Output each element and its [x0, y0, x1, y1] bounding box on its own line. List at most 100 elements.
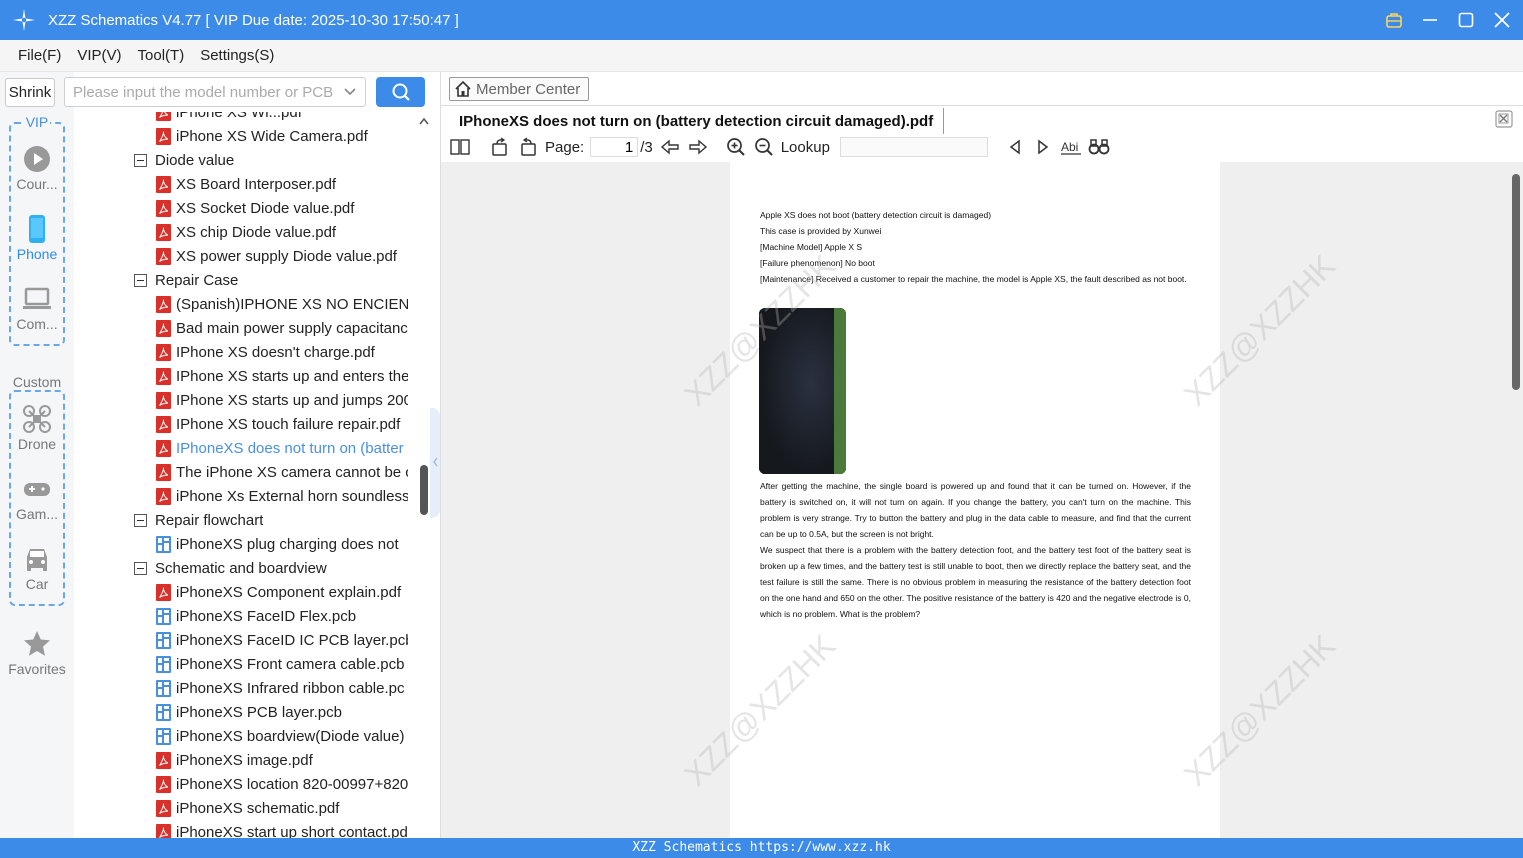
tree-file[interactable]: iPhone XS Wi...pdf — [156, 112, 408, 124]
vip-bag-icon[interactable] — [1383, 9, 1405, 31]
lookup-input[interactable] — [839, 137, 988, 157]
find-prev-button[interactable] — [1004, 136, 1026, 158]
scroll-up-icon[interactable] — [418, 116, 430, 126]
tree-file[interactable]: iPhoneXS Front camera cable.pcb — [156, 652, 408, 676]
tree-file[interactable]: IPhone XS doesn't charge.pdf — [156, 340, 408, 364]
menu-bar: File(F) VIP(V) Tool(T) Settings(S) — [0, 40, 1523, 72]
close-document-button[interactable] — [1495, 110, 1513, 128]
category-label: Phone — [16, 246, 58, 262]
shrink-button[interactable]: Shrink — [5, 78, 55, 107]
tree-item-label: iPhone XS Wi...pdf — [176, 112, 302, 121]
tree-file[interactable]: iPhoneXS schematic.pdf — [156, 796, 408, 820]
collapse-toggle-icon[interactable] — [134, 153, 147, 167]
tree-file[interactable]: IPhoneXS does not turn on (batter — [156, 436, 408, 460]
search-button[interactable] — [376, 77, 425, 107]
collapse-toggle-icon[interactable] — [134, 561, 147, 575]
tree-file[interactable]: IPhone XS touch failure repair.pdf — [156, 412, 408, 436]
pcb-file-icon — [156, 655, 171, 673]
maximize-button[interactable] — [1455, 9, 1477, 31]
category-drone[interactable]: Drone — [0, 404, 74, 452]
tree-item-label: iPhoneXS Component explain.pdf — [176, 583, 402, 601]
tree-file[interactable]: iPhoneXS FaceID IC PCB layer.pcb — [156, 628, 408, 652]
prev-page-button[interactable] — [659, 136, 681, 158]
tree-file[interactable]: iPhoneXS Infrared ribbon cable.pc — [156, 676, 408, 700]
tree-file[interactable]: XS Board Interposer.pdf — [156, 172, 408, 196]
tree-file[interactable]: iPhoneXS boardview(Diode value) — [156, 724, 408, 748]
zoom-out-button[interactable] — [753, 136, 775, 158]
rotate-right-button[interactable] — [517, 136, 539, 158]
doc-line: [Failure phenomenon] No boot — [760, 258, 875, 268]
find-next-button[interactable] — [1032, 136, 1054, 158]
minimize-button[interactable] — [1419, 9, 1441, 31]
category-phone[interactable]: Phone — [0, 214, 74, 262]
pdf-file-icon — [156, 583, 171, 601]
tree-item-label: iPhoneXS plug charging does not — [176, 535, 399, 553]
tree-file[interactable]: iPhoneXS plug charging does not — [156, 532, 408, 556]
pcb-file-icon — [156, 535, 171, 553]
search-input[interactable] — [73, 83, 333, 101]
member-center-button[interactable]: Member Center — [449, 77, 590, 101]
document-viewer-panel: Member Center IPhoneXS does not turn on … — [441, 72, 1523, 838]
category-courses[interactable]: Cour... — [0, 144, 74, 192]
tree-scroll-thumb[interactable] — [420, 465, 428, 515]
gamepad-icon — [24, 483, 50, 496]
menu-settings[interactable]: Settings(S) — [200, 47, 274, 64]
document-tab[interactable]: IPhoneXS does not turn on (battery detec… — [449, 108, 945, 134]
pdf-file-icon — [156, 391, 171, 409]
category-car[interactable]: Car — [0, 544, 74, 592]
binoculars-icon[interactable] — [1088, 136, 1110, 158]
tree-file[interactable]: iPhoneXS PCB layer.pcb — [156, 700, 408, 724]
tree-file[interactable]: XS power supply Diode value.pdf — [156, 244, 408, 268]
tree-file[interactable]: The iPhone XS camera cannot be c — [156, 460, 408, 484]
tree-file[interactable]: iPhoneXS Component explain.pdf — [156, 580, 408, 604]
category-label: Car — [25, 576, 49, 592]
tree-file[interactable]: Bad main power supply capacitanc — [156, 316, 408, 340]
zoom-in-button[interactable] — [725, 136, 747, 158]
two-page-view-button[interactable] — [449, 136, 471, 158]
menu-vip[interactable]: VIP(V) — [77, 47, 121, 64]
collapse-toggle-icon[interactable] — [134, 513, 147, 527]
category-gaming[interactable]: Gam... — [0, 474, 74, 522]
category-favorites[interactable]: Favorites — [0, 629, 74, 677]
pdf-file-icon — [156, 223, 171, 241]
menu-file[interactable]: File(F) — [18, 47, 61, 64]
close-window-button[interactable] — [1491, 9, 1513, 31]
tree-folder[interactable]: Repair flowchart — [134, 508, 263, 532]
rotate-left-button[interactable] — [489, 136, 511, 158]
tree-file[interactable]: iPhoneXS location 820-00997+820 — [156, 772, 408, 796]
tree-folder[interactable]: Diode value — [134, 148, 234, 172]
tree-file[interactable]: IPhone XS starts up and jumps 200 — [156, 388, 408, 412]
play-circle-icon — [24, 146, 50, 172]
category-computer[interactable]: Com... — [0, 284, 74, 332]
tree-file[interactable]: iPhoneXS image.pdf — [156, 748, 408, 772]
collapse-toggle-icon[interactable] — [134, 273, 147, 287]
pdf-file-icon — [156, 367, 171, 385]
tree-file[interactable]: (Spanish)IPHONE XS NO ENCIEND — [156, 292, 408, 316]
pdf-page: Apple XS does not boot (battery detectio… — [730, 162, 1220, 838]
tree-file[interactable]: XS chip Diode value.pdf — [156, 220, 408, 244]
tree-item-label: IPhone XS starts up and jumps 200 — [176, 391, 408, 409]
chevron-down-icon[interactable] — [343, 85, 357, 99]
pcb-file-icon — [156, 703, 171, 721]
category-sidebar: Shrink VIP Cour... Phone Com... Custom D… — [0, 72, 74, 838]
next-page-button[interactable] — [687, 136, 709, 158]
menu-tool[interactable]: Tool(T) — [138, 47, 185, 64]
tree-file[interactable]: XS Socket Diode value.pdf — [156, 196, 408, 220]
tree-file[interactable]: iPhoneXS start up short contact.pd — [156, 820, 408, 838]
tree-item-label: Schematic and boardview — [155, 559, 327, 577]
tree-file[interactable]: IPhone XS starts up and enters the — [156, 364, 408, 388]
match-case-button[interactable]: Abi — [1060, 136, 1082, 158]
tree-folder[interactable]: Schematic and boardview — [134, 556, 327, 580]
tree-item-label: Repair Case — [155, 271, 239, 289]
home-icon — [455, 80, 471, 97]
tree-file[interactable]: iPhone XS Wide Camera.pdf — [156, 124, 408, 148]
pdf-canvas[interactable]: Apple XS does not boot (battery detectio… — [441, 162, 1523, 838]
tree-file[interactable]: iPhoneXS FaceID Flex.pcb — [156, 604, 408, 628]
panel-collapse-handle[interactable] — [430, 408, 440, 518]
viewer-scroll-thumb[interactable] — [1512, 174, 1520, 390]
title-bar: XZZ Schematics V4.77 [ VIP Due date: 202… — [0, 0, 1523, 40]
category-label: Com... — [16, 316, 58, 332]
tree-file[interactable]: iPhone Xs External horn soundless — [156, 484, 408, 508]
page-number-input[interactable] — [590, 137, 639, 157]
tree-folder[interactable]: Repair Case — [134, 268, 238, 292]
